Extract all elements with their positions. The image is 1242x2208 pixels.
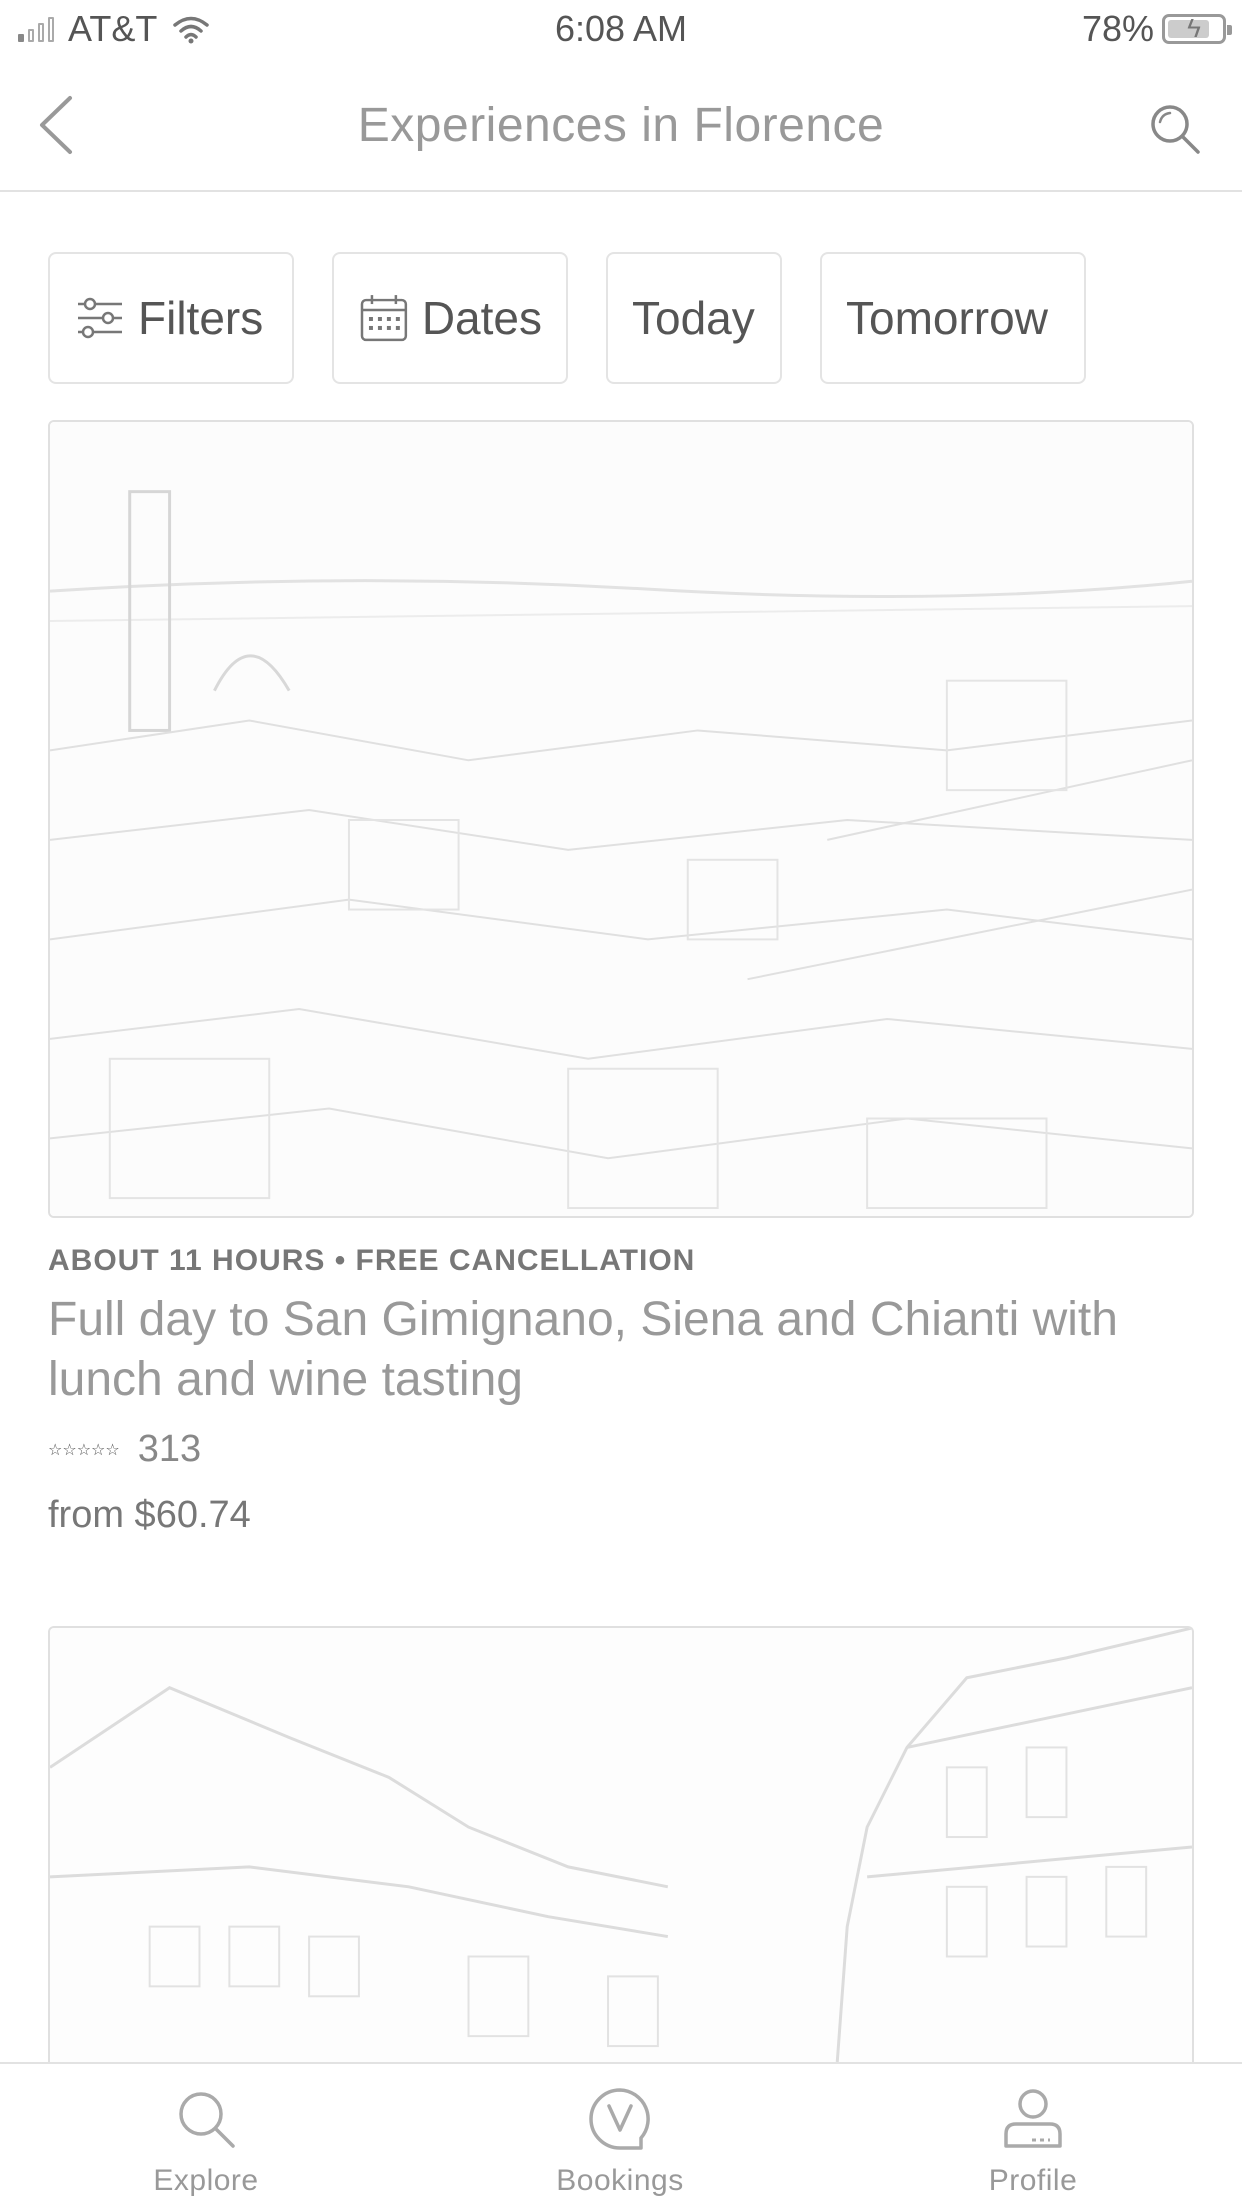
- nav-bar: Experiences in Florence: [0, 60, 1242, 192]
- tomorrow-button[interactable]: Tomorrow: [820, 252, 1086, 384]
- tab-bookings-label: Bookings: [556, 2164, 684, 2197]
- tab-explore-label: Explore: [153, 2164, 259, 2197]
- listing-price: from $60.74: [48, 1494, 251, 1536]
- page-title: Experiences in Florence: [357, 99, 885, 152]
- bookings-icon: [589, 2088, 650, 2150]
- listing-title[interactable]: Full day to San Gimignano, Siena and Chi…: [48, 1290, 1194, 1410]
- tab-profile[interactable]: Profile: [933, 2084, 1133, 2198]
- battery-icon: ϟ: [1162, 13, 1232, 44]
- filter-chips: Filters Dates Today Tomorrow: [48, 252, 1086, 384]
- listing-meta: ABOUT 11 HOURS • FREE CANCELLATION: [48, 1244, 696, 1277]
- review-count: 313: [137, 1428, 202, 1470]
- dates-button[interactable]: Dates: [332, 252, 568, 384]
- filters-label: Filters: [138, 292, 264, 344]
- tab-profile-label: Profile: [988, 2164, 1078, 2197]
- dates-label: Dates: [421, 292, 542, 344]
- search-icon: [179, 2092, 235, 2148]
- profile-icon: [1004, 2089, 1062, 2148]
- listing-image[interactable]: [48, 420, 1194, 1218]
- today-button[interactable]: Today: [606, 252, 782, 384]
- search-icon[interactable]: [1146, 100, 1202, 156]
- star-rating-icon: ☆☆☆☆☆: [48, 1441, 120, 1459]
- tab-bar: Explore Bookings Profile: [0, 2062, 1242, 2208]
- charging-bolt-icon: ϟ: [1187, 13, 1201, 43]
- battery-percent: 78%: [1081, 8, 1154, 49]
- tomorrow-label: Tomorrow: [846, 292, 1048, 344]
- status-right: 78% ϟ: [1081, 8, 1232, 50]
- sliders-icon: [78, 297, 122, 339]
- status-time: 6:08 AM: [554, 8, 688, 49]
- today-label: Today: [632, 292, 755, 344]
- status-bar: AT&T 6:08 AM 78% ϟ: [0, 0, 1242, 60]
- filters-button[interactable]: Filters: [48, 252, 294, 384]
- listing-image[interactable]: [48, 1626, 1194, 2062]
- calendar-icon: [360, 295, 408, 342]
- tab-bookings[interactable]: Bookings: [520, 2084, 720, 2198]
- tab-explore[interactable]: Explore: [106, 2084, 306, 2198]
- listing-rating: ☆☆☆☆☆ 313: [48, 1428, 201, 1471]
